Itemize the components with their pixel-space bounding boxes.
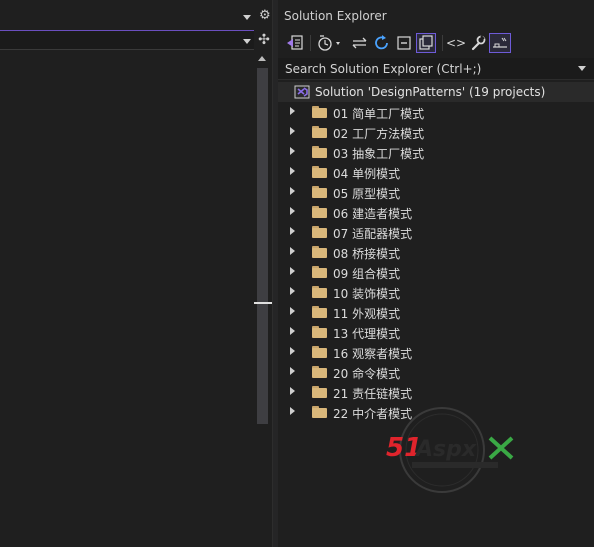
project-label: 10 装饰模式 bbox=[333, 287, 401, 301]
project-node[interactable]: 08 桥接模式 bbox=[278, 242, 594, 262]
folder-icon bbox=[312, 366, 327, 378]
view-code-icon[interactable]: <> bbox=[446, 33, 466, 53]
project-node[interactable]: 13 代理模式 bbox=[278, 322, 594, 342]
project-node[interactable]: 09 组合模式 bbox=[278, 262, 594, 282]
editor-tab-strip bbox=[0, 0, 272, 30]
chevron-down-icon[interactable] bbox=[243, 39, 251, 44]
project-node[interactable]: 11 外观模式 bbox=[278, 302, 594, 322]
search-options-dropdown-icon[interactable] bbox=[578, 66, 586, 71]
project-node[interactable]: 01 简单工厂模式 bbox=[278, 102, 594, 122]
solution-node[interactable]: Solution 'DesignPatterns' (19 projects) bbox=[278, 82, 594, 102]
folder-icon bbox=[312, 146, 327, 158]
folder-icon bbox=[312, 226, 327, 238]
expand-arrow-icon[interactable] bbox=[290, 247, 295, 255]
project-node[interactable]: 03 抽象工厂模式 bbox=[278, 142, 594, 162]
project-node[interactable]: 07 适配器模式 bbox=[278, 222, 594, 242]
scroll-up-arrow-icon[interactable] bbox=[258, 56, 266, 61]
folder-icon bbox=[312, 266, 327, 278]
folder-icon bbox=[312, 326, 327, 338]
project-label: 05 原型模式 bbox=[333, 187, 401, 201]
scrollbar-thumb[interactable] bbox=[257, 68, 268, 424]
refresh-icon[interactable] bbox=[372, 33, 392, 53]
folder-icon bbox=[312, 186, 327, 198]
project-label: 09 组合模式 bbox=[333, 267, 401, 281]
expand-arrow-icon[interactable] bbox=[290, 407, 295, 415]
project-node[interactable]: 02 工厂方法模式 bbox=[278, 122, 594, 142]
expand-arrow-icon[interactable] bbox=[290, 287, 295, 295]
project-label: 21 责任链模式 bbox=[333, 387, 413, 401]
project-node[interactable]: 21 责任链模式 bbox=[278, 382, 594, 402]
navigation-bar-dropdown[interactable] bbox=[0, 30, 254, 50]
folder-icon bbox=[312, 386, 327, 398]
project-node[interactable]: 20 命令模式 bbox=[278, 362, 594, 382]
project-label: 11 外观模式 bbox=[333, 307, 401, 321]
folder-icon bbox=[312, 126, 327, 138]
folder-icon bbox=[312, 166, 327, 178]
folder-icon bbox=[312, 106, 327, 118]
folder-icon bbox=[312, 306, 327, 318]
expand-arrow-icon[interactable] bbox=[290, 167, 295, 175]
project-node[interactable]: 16 观察者模式 bbox=[278, 342, 594, 362]
solution-label: Solution 'DesignPatterns' (19 projects) bbox=[315, 85, 546, 99]
sync-with-active-document-icon[interactable] bbox=[350, 33, 370, 53]
gear-icon[interactable]: ⚙ bbox=[259, 8, 271, 24]
folder-icon bbox=[312, 346, 327, 358]
search-solution-explorer-input[interactable]: Search Solution Explorer (Ctrl+;) bbox=[278, 58, 594, 80]
51aspx-watermark-logo: 51 Aspx bbox=[386, 407, 514, 493]
project-label: 16 观察者模式 bbox=[333, 347, 413, 361]
editor-pane: ⚙ ✣ bbox=[0, 0, 272, 547]
solution-explorer-toolbar: <> bbox=[278, 30, 594, 56]
folder-icon bbox=[312, 406, 327, 418]
pending-changes-filter-icon[interactable] bbox=[316, 33, 346, 53]
project-label: 08 桥接模式 bbox=[333, 247, 401, 261]
expand-arrow-icon[interactable] bbox=[290, 327, 295, 335]
project-label: 06 建造者模式 bbox=[333, 207, 413, 221]
expand-arrow-icon[interactable] bbox=[290, 307, 295, 315]
properties-icon[interactable] bbox=[468, 33, 488, 53]
expand-arrow-icon[interactable] bbox=[290, 267, 295, 275]
project-label: 04 单例模式 bbox=[333, 167, 401, 181]
expand-arrow-icon[interactable] bbox=[290, 227, 295, 235]
folder-icon bbox=[312, 206, 327, 218]
window-position-dropdown-icon[interactable] bbox=[243, 15, 251, 20]
expand-arrow-icon[interactable] bbox=[290, 347, 295, 355]
expand-arrow-icon[interactable] bbox=[290, 387, 295, 395]
project-node[interactable]: 06 建造者模式 bbox=[278, 202, 594, 222]
panel-title: Solution Explorer bbox=[284, 9, 387, 23]
show-all-files-icon[interactable] bbox=[416, 33, 436, 53]
scrollbar-caret-marker bbox=[254, 302, 272, 304]
project-node[interactable]: 05 原型模式 bbox=[278, 182, 594, 202]
split-editor-icon[interactable]: ✣ bbox=[256, 30, 272, 50]
project-label: 01 简单工厂模式 bbox=[333, 107, 425, 121]
project-node[interactable]: 10 装饰模式 bbox=[278, 282, 594, 302]
project-node[interactable]: 04 单例模式 bbox=[278, 162, 594, 182]
switch-views-icon[interactable] bbox=[284, 33, 306, 53]
visual-studio-solution-icon bbox=[294, 85, 310, 99]
project-label: 20 命令模式 bbox=[333, 367, 401, 381]
project-label: 02 工厂方法模式 bbox=[333, 127, 425, 141]
project-label: 03 抽象工厂模式 bbox=[333, 147, 425, 161]
search-placeholder: Search Solution Explorer (Ctrl+;) bbox=[285, 62, 482, 76]
expand-arrow-icon[interactable] bbox=[290, 147, 295, 155]
folder-icon bbox=[312, 286, 327, 298]
expand-arrow-icon[interactable] bbox=[290, 107, 295, 115]
project-label: 13 代理模式 bbox=[333, 327, 401, 341]
folder-icon bbox=[312, 246, 327, 258]
expand-arrow-icon[interactable] bbox=[290, 207, 295, 215]
collapse-all-icon[interactable] bbox=[394, 33, 414, 53]
project-label: 07 适配器模式 bbox=[333, 227, 413, 241]
expand-arrow-icon[interactable] bbox=[290, 187, 295, 195]
svg-text:Aspx: Aspx bbox=[414, 437, 477, 462]
expand-arrow-icon[interactable] bbox=[290, 367, 295, 375]
expand-arrow-icon[interactable] bbox=[290, 127, 295, 135]
preview-selected-items-icon[interactable] bbox=[489, 33, 511, 53]
